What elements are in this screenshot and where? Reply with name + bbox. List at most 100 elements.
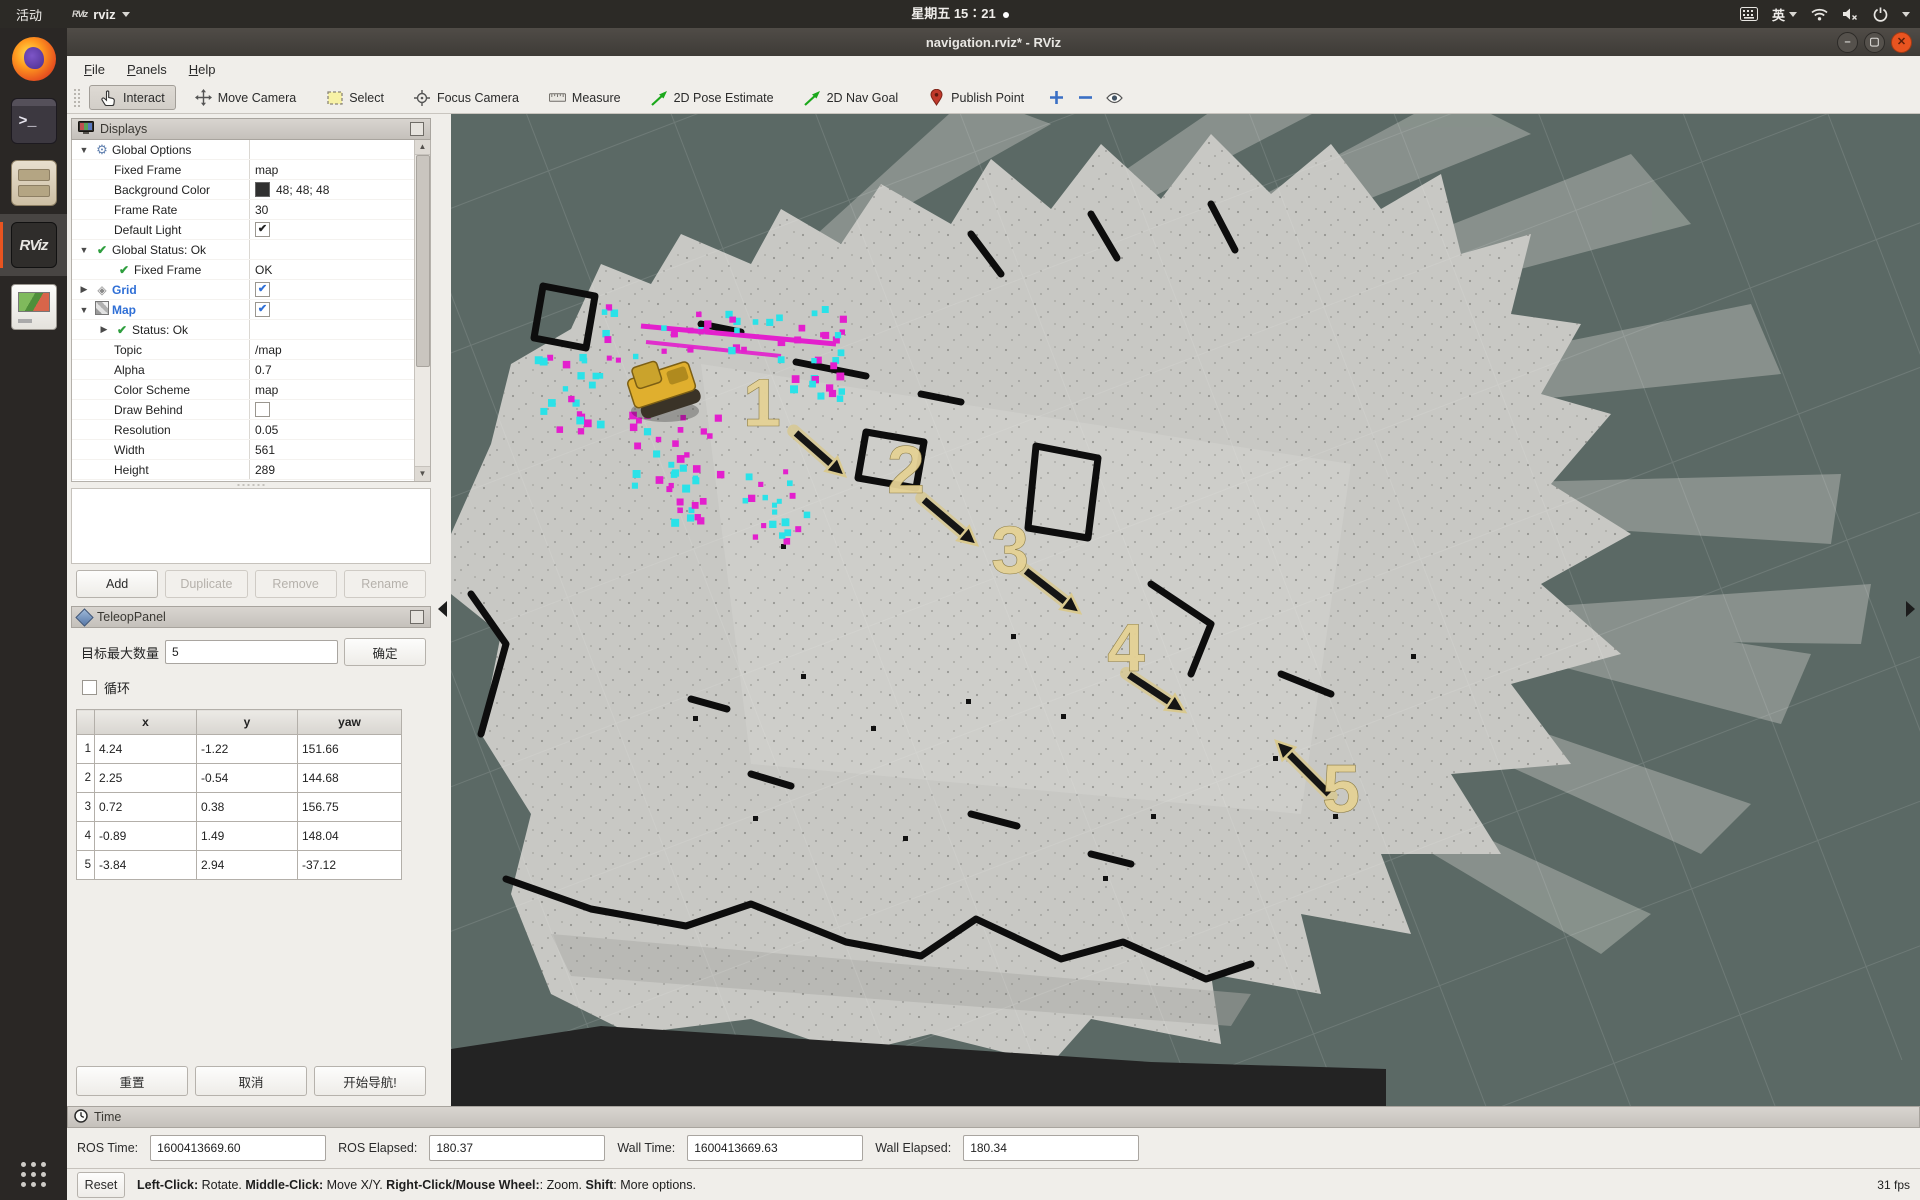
property-value[interactable] bbox=[249, 320, 430, 339]
property-value[interactable]: 30 bbox=[249, 200, 430, 219]
dock-item-firefox[interactable] bbox=[0, 28, 67, 90]
property-value[interactable]: 0.7 bbox=[249, 360, 430, 379]
tool-select[interactable]: Select bbox=[315, 85, 395, 110]
tool-plus[interactable] bbox=[1043, 85, 1070, 110]
property-checkbox[interactable] bbox=[255, 402, 270, 417]
cell[interactable]: 2.25 bbox=[95, 764, 197, 793]
expander-down-icon[interactable]: ▼ bbox=[76, 145, 92, 155]
cell[interactable]: 0.72 bbox=[95, 793, 197, 822]
scroll-down-icon[interactable]: ▼ bbox=[415, 466, 430, 481]
dock-item-rviz[interactable]: RViz bbox=[0, 214, 67, 276]
property-row-topic[interactable]: Topic/map bbox=[72, 340, 430, 360]
clock[interactable]: 星期五 15∶21 bbox=[0, 0, 1920, 28]
time-panel-header[interactable]: Time bbox=[67, 1106, 1920, 1128]
property-row-alpha[interactable]: Alpha0.7 bbox=[72, 360, 430, 380]
input-method-indicator[interactable]: 英 bbox=[1772, 5, 1797, 24]
property-row-color-scheme[interactable]: Color Schememap bbox=[72, 380, 430, 400]
property-row-status-ok[interactable]: ▶✔Status: Ok bbox=[72, 320, 430, 340]
property-row-global-status-ok[interactable]: ▼✔Global Status: Ok bbox=[72, 240, 430, 260]
property-row-global-options[interactable]: ▼⚙Global Options bbox=[72, 140, 430, 160]
menu-help[interactable]: Help bbox=[178, 59, 227, 80]
property-row-fixed-frame[interactable]: Fixed Framemap bbox=[72, 160, 430, 180]
expander-right-icon[interactable]: ▶ bbox=[96, 324, 112, 335]
tool-interact[interactable]: Interact bbox=[89, 85, 176, 110]
property-value[interactable]: ✔ bbox=[249, 280, 430, 299]
loop-checkbox[interactable] bbox=[82, 680, 97, 695]
tool-publish-point[interactable]: Publish Point bbox=[917, 85, 1035, 110]
property-value[interactable]: ✔ bbox=[249, 220, 430, 239]
cell[interactable]: 156.75 bbox=[298, 793, 402, 822]
property-row-fixed-frame[interactable]: ✔Fixed FrameOK bbox=[72, 260, 430, 280]
cell[interactable]: -3.84 bbox=[95, 851, 197, 880]
property-value[interactable]: /map bbox=[249, 340, 430, 359]
confirm-button[interactable]: 确定 bbox=[344, 638, 426, 666]
cell[interactable]: 4.24 bbox=[95, 735, 197, 764]
start-navigation-button[interactable]: 开始导航! bbox=[314, 1066, 426, 1096]
tool-2d-pose-estimate[interactable]: 2D Pose Estimate bbox=[640, 85, 785, 110]
property-value[interactable]: OK bbox=[249, 260, 430, 279]
cell[interactable]: 2.94 bbox=[197, 851, 298, 880]
scrollbar-thumb[interactable] bbox=[416, 155, 430, 367]
app-grid-button[interactable] bbox=[0, 1154, 67, 1194]
column-header-x[interactable]: x bbox=[95, 710, 197, 735]
property-value[interactable]: 561 bbox=[249, 440, 430, 459]
scrollbar[interactable]: ▲ ▼ bbox=[414, 140, 430, 481]
panel-collapse-icon[interactable] bbox=[1906, 601, 1915, 617]
dock-item-files[interactable] bbox=[0, 152, 67, 214]
scroll-up-icon[interactable]: ▲ bbox=[415, 140, 430, 155]
expander-right-icon[interactable]: ▶ bbox=[76, 284, 92, 295]
wall-elapsed-input[interactable]: 180.34 bbox=[963, 1135, 1139, 1161]
cancel-button[interactable]: 取消 bbox=[195, 1066, 307, 1096]
tool-focus-camera[interactable]: Focus Camera bbox=[403, 85, 530, 110]
property-value[interactable]: 289 bbox=[249, 460, 430, 479]
map-canvas[interactable]: 12345 bbox=[451, 114, 1920, 1106]
property-value[interactable]: 48; 48; 48 bbox=[249, 180, 430, 199]
column-header-y[interactable]: y bbox=[197, 710, 298, 735]
cell[interactable]: -0.54 bbox=[197, 764, 298, 793]
reset-button[interactable]: Reset bbox=[77, 1172, 125, 1198]
cell[interactable]: -1.22 bbox=[197, 735, 298, 764]
tool-eye[interactable] bbox=[1101, 85, 1128, 110]
tool-measure[interactable]: Measure bbox=[538, 85, 632, 110]
property-value[interactable]: map bbox=[249, 380, 430, 399]
undock-icon[interactable] bbox=[410, 610, 424, 624]
tool-2d-nav-goal[interactable]: 2D Nav Goal bbox=[793, 85, 910, 110]
system-indicators[interactable]: 英 bbox=[1740, 0, 1910, 28]
property-row-map[interactable]: ▼Map✔ bbox=[72, 300, 430, 320]
cell[interactable]: 148.04 bbox=[298, 822, 402, 851]
cell[interactable]: 1.49 bbox=[197, 822, 298, 851]
cell[interactable]: 151.66 bbox=[298, 735, 402, 764]
property-row-background-color[interactable]: Background Color48; 48; 48 bbox=[72, 180, 430, 200]
property-checkbox[interactable]: ✔ bbox=[255, 282, 270, 297]
close-button[interactable]: ✕ bbox=[1891, 32, 1912, 53]
cell[interactable]: 0.38 bbox=[197, 793, 298, 822]
menu-file[interactable]: File bbox=[73, 59, 116, 80]
maximize-button[interactable]: ▢ bbox=[1864, 32, 1885, 53]
property-checkbox[interactable]: ✔ bbox=[255, 302, 270, 317]
wall-time-input[interactable]: 1600413669.63 bbox=[687, 1135, 863, 1161]
teleop-panel-header[interactable]: TeleopPanel bbox=[71, 606, 431, 628]
minimize-button[interactable]: – bbox=[1837, 32, 1858, 53]
displays-panel-header[interactable]: Displays bbox=[71, 118, 431, 140]
dock-item-image-viewer[interactable] bbox=[0, 276, 67, 338]
3d-viewport[interactable]: 12345 bbox=[451, 114, 1920, 1106]
reset-goals-button[interactable]: 重置 bbox=[76, 1066, 188, 1096]
dock-item-terminal[interactable] bbox=[0, 90, 67, 152]
activities-button[interactable]: 活动 bbox=[0, 0, 58, 28]
goal-count-input[interactable]: 5 bbox=[165, 640, 338, 664]
window-title-bar[interactable]: navigation.rviz* - RViz – ▢ ✕ bbox=[67, 28, 1920, 57]
property-row-grid[interactable]: ▶◈Grid✔ bbox=[72, 280, 430, 300]
property-row-frame-rate[interactable]: Frame Rate30 bbox=[72, 200, 430, 220]
property-value[interactable]: map bbox=[249, 160, 430, 179]
menu-panels[interactable]: Panels bbox=[116, 59, 178, 80]
property-row-resolution[interactable]: Resolution0.05 bbox=[72, 420, 430, 440]
ros-time-input[interactable]: 1600413669.60 bbox=[150, 1135, 326, 1161]
panel-collapse-icon[interactable] bbox=[438, 601, 447, 617]
property-value[interactable] bbox=[249, 240, 430, 259]
tool-minus[interactable] bbox=[1072, 85, 1099, 110]
property-value[interactable]: ✔ bbox=[249, 300, 430, 319]
toolbar-drag-handle[interactable] bbox=[73, 88, 81, 108]
cell[interactable]: -37.12 bbox=[298, 851, 402, 880]
property-row-default-light[interactable]: Default Light✔ bbox=[72, 220, 430, 240]
tool-move-camera[interactable]: Move Camera bbox=[184, 85, 308, 110]
